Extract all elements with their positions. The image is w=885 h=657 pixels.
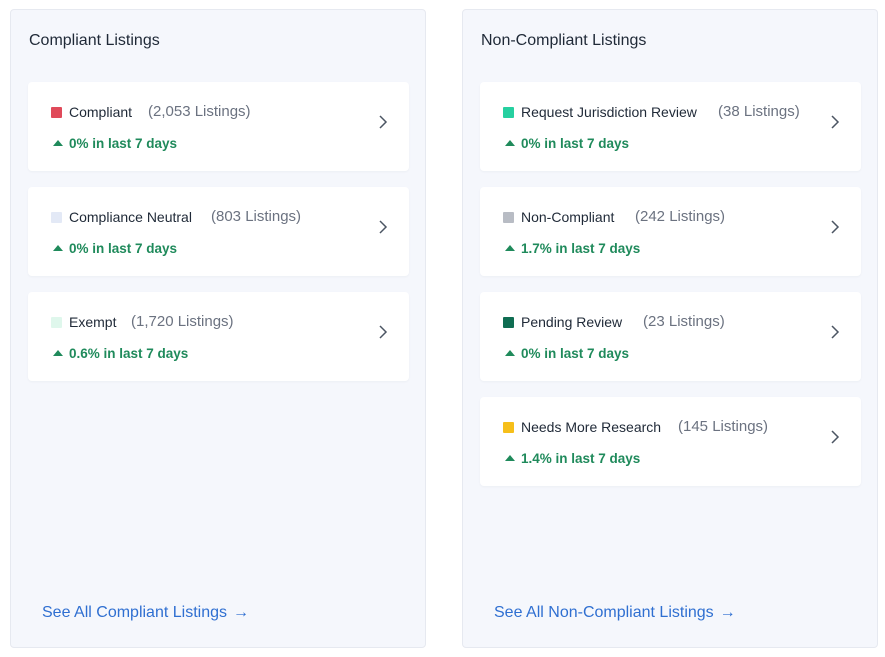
trend-text: 0% in last 7 days bbox=[69, 136, 178, 151]
noncompliant-listings-panel: Non-Compliant Listings Request Jurisdict… bbox=[462, 9, 878, 648]
listing-card-compliance-neutral[interactable]: Compliance Neutral (803 Listings) 0% in … bbox=[28, 187, 409, 276]
trend-indicator: 0% in last 7 days bbox=[53, 136, 177, 151]
chevron-right-icon[interactable] bbox=[377, 220, 389, 234]
trend-text: 0% in last 7 days bbox=[521, 346, 630, 361]
trend-indicator: 0% in last 7 days bbox=[505, 136, 629, 151]
trend-text: 0% in last 7 days bbox=[69, 241, 178, 256]
listing-count: (145 Listings) bbox=[678, 418, 769, 435]
trend-text: 0% in last 7 days bbox=[521, 136, 630, 151]
trend-text: 0.6% in last 7 days bbox=[69, 346, 189, 361]
chevron-right-icon[interactable] bbox=[829, 430, 841, 444]
listing-count: (803 Listings) bbox=[211, 208, 302, 225]
panel-title: Compliant Listings bbox=[29, 32, 160, 49]
panel-title: Non-Compliant Listings bbox=[481, 32, 647, 49]
see-all-label: See All Non-Compliant Listings bbox=[494, 604, 714, 621]
listing-count: (242 Listings) bbox=[635, 208, 726, 225]
triangle-up-icon bbox=[53, 140, 63, 146]
trend-text: 1.7% in last 7 days bbox=[521, 241, 641, 256]
triangle-up-icon bbox=[505, 455, 515, 461]
status-name: Compliance Neutral bbox=[69, 209, 192, 225]
status-name: Compliant bbox=[69, 104, 133, 120]
see-all-label: See All Compliant Listings bbox=[42, 604, 227, 621]
status-color-swatch bbox=[503, 107, 514, 118]
triangle-up-icon bbox=[505, 140, 515, 146]
listing-card-pending-review[interactable]: Pending Review (23 Listings) 0% in last … bbox=[480, 292, 861, 381]
status-color-swatch bbox=[503, 212, 514, 223]
chevron-right-icon[interactable] bbox=[829, 325, 841, 339]
listing-card-non-compliant[interactable]: Non-Compliant (242 Listings) 1.7% in las… bbox=[480, 187, 861, 276]
listing-card-exempt[interactable]: Exempt (1,720 Listings) 0.6% in last 7 d… bbox=[28, 292, 409, 381]
status-color-swatch bbox=[51, 317, 62, 328]
status-name: Exempt bbox=[69, 314, 117, 330]
triangle-up-icon bbox=[53, 245, 63, 251]
listing-card-compliant[interactable]: Compliant (2,053 Listings) 0% in last 7 … bbox=[28, 82, 409, 171]
listing-count: (23 Listings) bbox=[643, 313, 725, 330]
listing-count: (38 Listings) bbox=[718, 103, 800, 120]
chevron-right-icon[interactable] bbox=[829, 115, 841, 129]
triangle-up-icon bbox=[505, 245, 515, 251]
see-all-compliant-link[interactable]: See All Compliant Listings → bbox=[42, 604, 249, 622]
listing-card-needs-more-research[interactable]: Needs More Research (145 Listings) 1.4% … bbox=[480, 397, 861, 486]
listing-card-request-jurisdiction-review[interactable]: Request Jurisdiction Review (38 Listings… bbox=[480, 82, 861, 171]
trend-indicator: 0.6% in last 7 days bbox=[53, 346, 188, 361]
trend-indicator: 0% in last 7 days bbox=[53, 241, 177, 256]
status-color-swatch bbox=[503, 317, 514, 328]
triangle-up-icon bbox=[505, 350, 515, 356]
triangle-up-icon bbox=[53, 350, 63, 356]
chevron-right-icon[interactable] bbox=[377, 325, 389, 339]
status-name: Needs More Research bbox=[521, 419, 662, 435]
arrow-right-icon: → bbox=[719, 604, 736, 621]
trend-indicator: 0% in last 7 days bbox=[505, 346, 629, 361]
arrow-right-icon: → bbox=[232, 604, 249, 621]
status-color-swatch bbox=[51, 107, 62, 118]
compliant-listings-panel: Compliant Listings Compliant (2,053 List… bbox=[10, 9, 426, 648]
trend-text: 1.4% in last 7 days bbox=[521, 451, 641, 466]
trend-indicator: 1.4% in last 7 days bbox=[505, 451, 640, 466]
trend-indicator: 1.7% in last 7 days bbox=[505, 241, 640, 256]
listing-count: (1,720 Listings) bbox=[131, 313, 234, 330]
chevron-right-icon[interactable] bbox=[829, 220, 841, 234]
listing-count: (2,053 Listings) bbox=[148, 103, 251, 120]
status-color-swatch bbox=[51, 212, 62, 223]
status-name: Request Jurisdiction Review bbox=[521, 104, 697, 120]
status-name: Non-Compliant bbox=[521, 209, 615, 225]
see-all-noncompliant-link[interactable]: See All Non-Compliant Listings → bbox=[494, 604, 736, 622]
status-color-swatch bbox=[503, 422, 514, 433]
status-name: Pending Review bbox=[521, 314, 623, 330]
chevron-right-icon[interactable] bbox=[377, 115, 389, 129]
